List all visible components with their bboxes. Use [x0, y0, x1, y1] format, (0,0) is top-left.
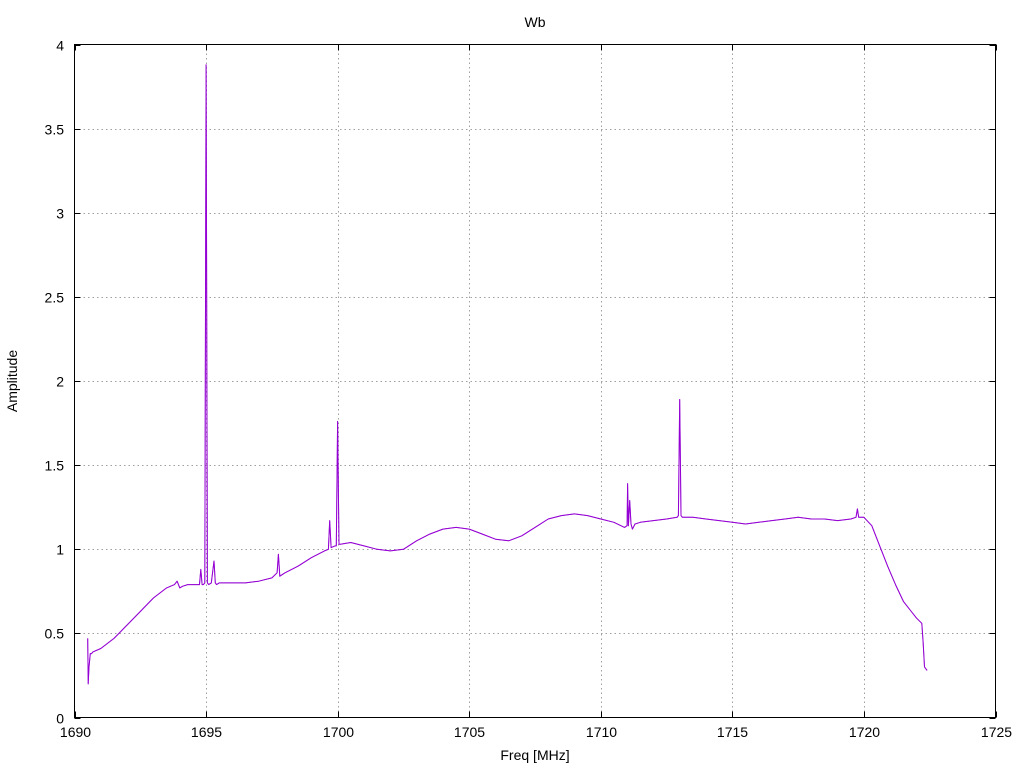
x-tick-label: 1700 [323, 724, 354, 740]
x-tick-labels: 1690 1695 1700 1705 1710 1715 1720 1725 [60, 724, 1012, 740]
x-tick-label: 1695 [191, 724, 222, 740]
y-tick-labels: 0 0.5 1 1.5 2 2.5 3 3.5 4 [45, 38, 65, 727]
plot-series [87, 64, 928, 685]
x-tick-label: 1720 [849, 724, 880, 740]
y-tick-label: 1.5 [45, 458, 65, 474]
x-tick-label: 1690 [60, 724, 91, 740]
y-axis-label: Amplitude [4, 350, 20, 412]
series-band [87, 64, 928, 685]
x-tick-label: 1715 [717, 724, 748, 740]
y-tick-label: 0 [56, 711, 64, 727]
y-tick-label: 2 [56, 374, 64, 390]
series-line [87, 64, 928, 685]
x-tick-label: 1705 [454, 724, 485, 740]
y-tick-label: 3.5 [45, 122, 65, 138]
y-tick-label: 0.5 [45, 626, 65, 642]
grid-lines [74, 44, 996, 718]
chart-title: Wb [525, 14, 546, 30]
y-tick-label: 2.5 [45, 290, 65, 306]
y-tick-label: 1 [56, 542, 64, 558]
chart: Wb 1690 1695 1700 1705 1710 1715 1720 1725 0 0.5… [4, 14, 1012, 763]
x-tick-label: 1710 [586, 724, 617, 740]
x-axis-label: Freq [MHz] [500, 747, 569, 763]
y-tick-label: 4 [56, 38, 64, 54]
x-tick-label: 1725 [981, 724, 1012, 740]
y-tick-label: 3 [56, 206, 64, 222]
